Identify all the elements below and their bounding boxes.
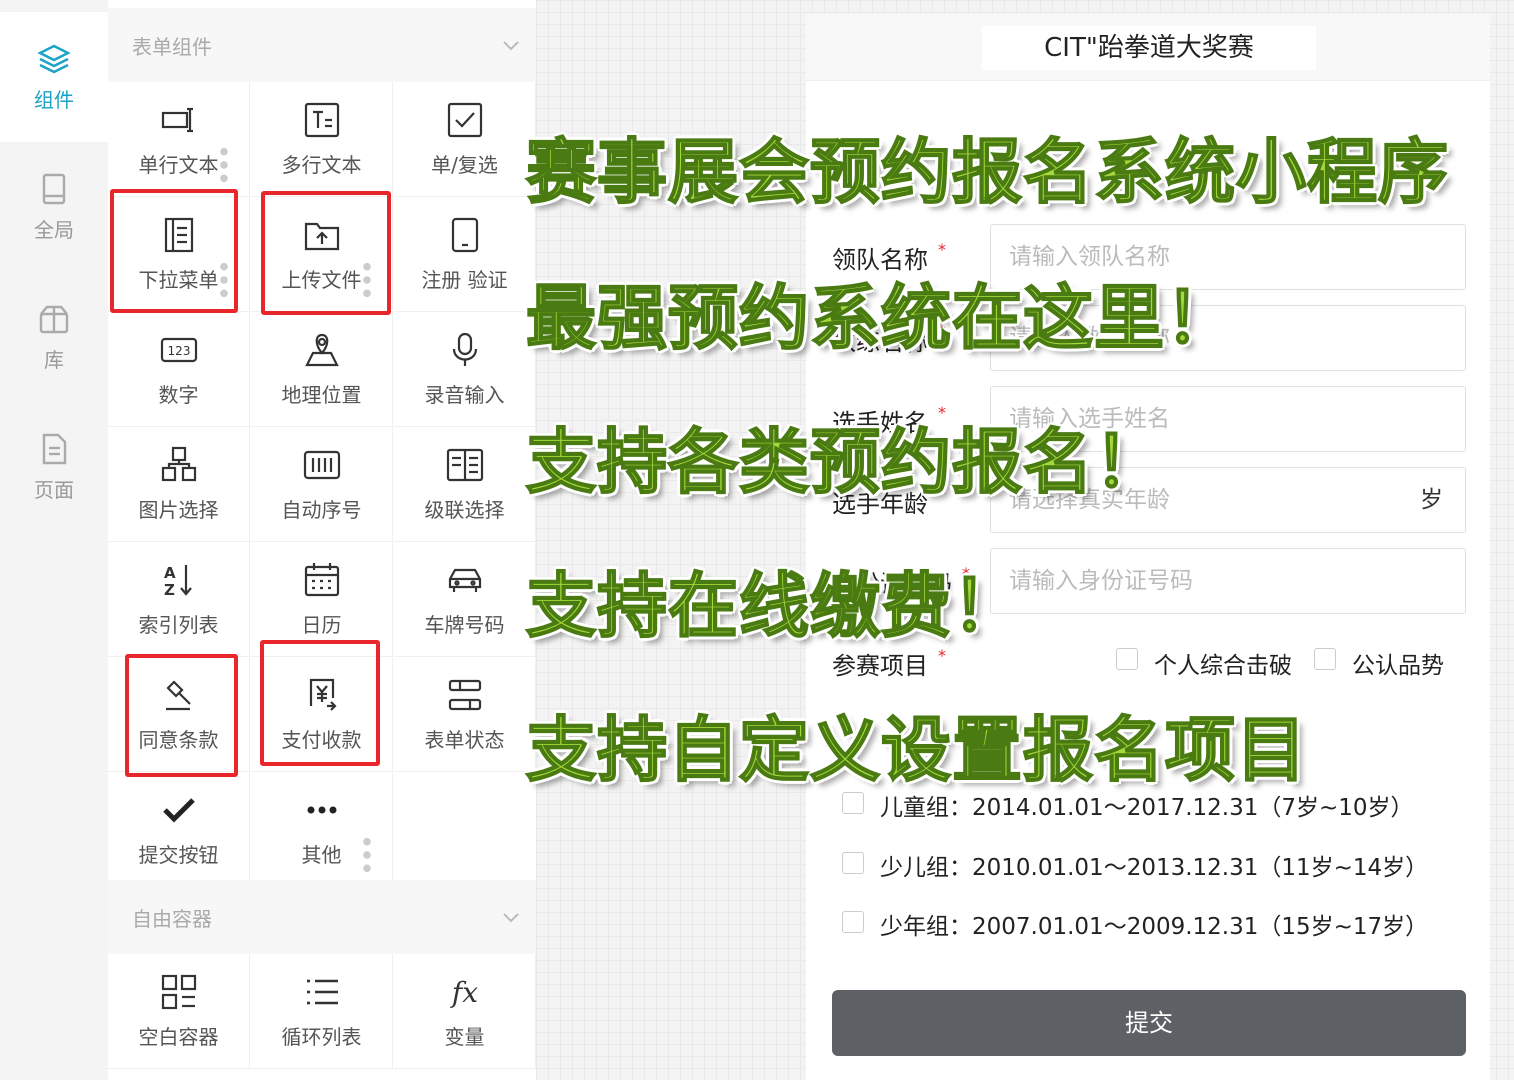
highlight-agree <box>125 654 238 777</box>
promo-headline-2: 最强预约系统在这里！ <box>525 276 1236 360</box>
sort-az-icon: AZ <box>164 564 192 599</box>
list-icon <box>306 979 338 1004</box>
promo-headline-3: 支持各类预约报名！ <box>525 420 1165 504</box>
component-number[interactable]: 123 数字 <box>108 312 250 427</box>
container-grid-icon <box>161 974 196 1009</box>
preview-header: CIT"跆拳道大奖赛 <box>806 14 1490 81</box>
barcode-icon <box>303 450 340 479</box>
document-icon <box>42 433 67 464</box>
cascade-list-icon <box>446 448 483 481</box>
section-title: 表单组件 <box>132 34 212 59</box>
section-header-form-components[interactable]: 表单组件 <box>108 8 536 82</box>
chevron-down-icon <box>503 41 519 51</box>
group-checkbox[interactable] <box>842 911 864 933</box>
component-loop-list[interactable]: 循环列表 <box>251 954 393 1069</box>
more-dots-icon <box>307 806 336 813</box>
event-checkbox[interactable] <box>1314 648 1336 670</box>
component-form-status[interactable]: 表单状态 <box>394 657 536 772</box>
tablet-icon <box>42 173 66 204</box>
id-number-input[interactable]: 请输入身份证号码 <box>990 548 1466 614</box>
image-grid-icon <box>161 446 196 481</box>
component-plate[interactable]: 车牌号码 <box>394 542 536 657</box>
component-register[interactable]: 注册 验证 <box>394 197 536 312</box>
microphone-icon <box>452 332 477 366</box>
nav-tab-library[interactable]: 库 <box>0 272 108 402</box>
svg-text:A: A <box>164 564 176 582</box>
component-multi-text[interactable]: 多行文本 <box>251 82 393 197</box>
sliders-icon <box>448 679 481 710</box>
checkbox-icon <box>447 102 482 137</box>
highlight-upload <box>261 191 391 315</box>
component-blank-container[interactable]: 空白容器 <box>108 954 250 1069</box>
highlight-dropdown <box>110 189 238 313</box>
highlight-payment <box>260 640 380 766</box>
form-title: CIT"跆拳道大奖赛 <box>982 26 1316 70</box>
side-nav: 组件 全局 库 页面 <box>0 0 108 1080</box>
drag-handle-icon[interactable] <box>348 836 386 874</box>
component-auto-number[interactable]: 自动序号 <box>251 427 393 542</box>
svg-text:Z: Z <box>164 581 175 599</box>
component-index-list[interactable]: AZ 索引列表 <box>108 542 250 657</box>
event-option-label: 公认品势 <box>1352 653 1444 679</box>
textarea-icon <box>304 102 339 137</box>
group-option-label: 少年组：2007.01.01～2009.12.31（15岁~17岁） <box>880 914 1429 940</box>
number-123-icon: 123 <box>160 337 197 362</box>
promo-headline-1: 赛事展会预约报名系统小程序 <box>525 130 1449 214</box>
function-fx-icon: fx <box>449 976 477 1009</box>
component-other[interactable]: 其他 <box>251 772 393 887</box>
svg-text:fx: fx <box>449 976 477 1009</box>
component-audio[interactable]: 录音输入 <box>394 312 536 427</box>
nav-tab-label: 页面 <box>34 477 74 502</box>
event-checkbox[interactable] <box>1116 648 1138 670</box>
component-image-select[interactable]: 图片选择 <box>108 427 250 542</box>
chevron-down-icon <box>503 913 519 923</box>
group-checkbox[interactable] <box>842 792 864 814</box>
components-panel: 表单组件 单行文本 多行文本 单/复选 下拉菜单 上传文件 注册 验证 123 … <box>108 0 536 1080</box>
car-icon <box>448 568 481 592</box>
map-pin-icon <box>304 333 339 366</box>
component-cascade[interactable]: 级联选择 <box>394 427 536 542</box>
promo-headline-5: 支持自定义设置报名项目 <box>525 708 1307 792</box>
calendar-icon <box>304 562 339 596</box>
layers-icon <box>37 44 71 73</box>
mobile-phone-icon <box>451 217 478 252</box>
checkmark-icon <box>162 797 195 823</box>
nav-tab-label: 库 <box>44 347 64 372</box>
component-submit-button[interactable]: 提交按钮 <box>108 772 250 887</box>
nav-tab-pages[interactable]: 页面 <box>0 402 108 532</box>
nav-tab-label: 全局 <box>34 217 74 242</box>
section-title: 自由容器 <box>132 906 212 931</box>
field-label-events: 参赛项目 * <box>832 646 946 680</box>
component-location[interactable]: 地理位置 <box>251 312 393 427</box>
component-single-text[interactable]: 单行文本 <box>108 82 250 197</box>
component-checkbox[interactable]: 单/复选 <box>394 82 536 197</box>
submit-button[interactable]: 提交 <box>832 990 1466 1056</box>
group-option-label: 少儿组：2010.01.01～2013.12.31（11岁~14岁） <box>880 855 1429 881</box>
nav-tab-label: 组件 <box>34 87 74 112</box>
nav-tab-global[interactable]: 全局 <box>0 142 108 272</box>
drag-handle-icon[interactable] <box>205 146 243 184</box>
age-unit: 岁 <box>1420 487 1443 513</box>
event-option-label: 个人综合击破 <box>1154 653 1292 679</box>
group-checkbox[interactable] <box>842 852 864 874</box>
component-variable[interactable]: fx 变量 <box>394 954 536 1069</box>
svg-text:123: 123 <box>167 344 190 358</box>
promo-headline-4: 支持在线缴费！ <box>525 564 1023 648</box>
box-icon <box>39 305 69 333</box>
nav-tab-components[interactable]: 组件 <box>0 12 108 142</box>
section-header-free-containers[interactable]: 自由容器 <box>108 880 536 954</box>
text-input-icon <box>161 107 193 132</box>
